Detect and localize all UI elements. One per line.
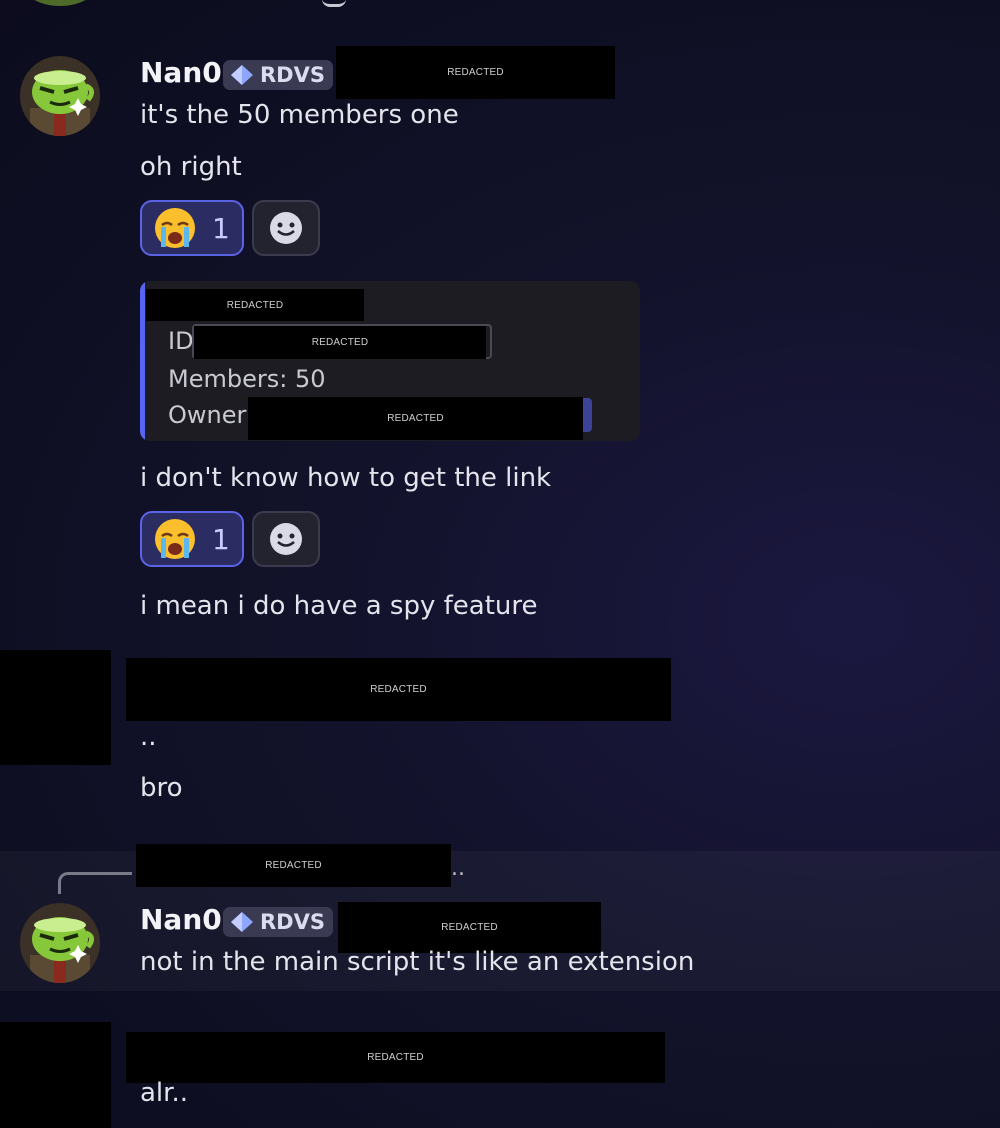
add-emoji-icon <box>270 523 302 555</box>
partial-text-fragment <box>322 0 346 7</box>
redacted-block: REDACTED <box>126 658 671 721</box>
message-text: it's the 50 members one <box>140 100 459 130</box>
username[interactable]: Nan0 <box>140 903 222 936</box>
message-text: not in the main script it's like an exte… <box>140 947 695 977</box>
reaction-count: 1 <box>212 522 230 556</box>
message-text: i mean i do have a spy feature <box>140 591 538 621</box>
guild-tag-label: RDVS <box>260 63 325 87</box>
reaction-count: 1 <box>212 211 230 245</box>
guild-tag[interactable]: RDVS <box>223 60 333 90</box>
reaction-cry[interactable]: 1 <box>140 200 244 256</box>
add-emoji-icon <box>270 212 302 244</box>
crystal-badge-icon <box>231 65 253 85</box>
add-reaction-button[interactable] <box>252 200 320 256</box>
guild-tag[interactable]: RDVS <box>223 907 333 937</box>
message-text: alr.. <box>140 1078 188 1108</box>
redacted-block: REDACTED <box>248 397 583 440</box>
redacted-avatar[interactable] <box>0 1022 111 1128</box>
crying-face-icon <box>155 519 195 559</box>
embed-members-label: Members: 50 <box>168 365 326 393</box>
tea-cup-avatar-icon <box>20 903 100 983</box>
tea-cup-avatar-icon <box>20 56 100 136</box>
username[interactable]: Nan0 <box>140 56 222 89</box>
avatar-partial[interactable] <box>22 0 98 6</box>
embed-owner-label: Owner <box>168 401 247 429</box>
guild-tag-label: RDVS <box>260 910 325 934</box>
message-text: i don't know how to get the link <box>140 463 552 493</box>
redacted-block: REDACTED <box>338 902 601 953</box>
embed-id-label: ID <box>168 327 194 355</box>
reply-ellipsis: .. <box>451 856 465 881</box>
avatar-nan0[interactable] <box>20 56 100 136</box>
message-text: .. <box>140 722 157 752</box>
crying-face-icon <box>155 208 195 248</box>
reply-connector <box>58 872 132 894</box>
redacted-block: REDACTED <box>336 46 615 99</box>
crystal-badge-icon <box>231 912 253 932</box>
add-reaction-button[interactable] <box>252 511 320 567</box>
avatar-nan0[interactable] <box>20 903 100 983</box>
message-text: oh right <box>140 152 242 182</box>
redacted-block: REDACTED <box>126 1032 665 1083</box>
embed-accent-bar <box>140 281 145 441</box>
redacted-block: REDACTED <box>136 844 451 887</box>
reaction-cry[interactable]: 1 <box>140 511 244 567</box>
redacted-block: REDACTED <box>194 326 486 359</box>
message-text: bro <box>140 773 183 803</box>
redacted-block: REDACTED <box>146 289 364 321</box>
redacted-avatar[interactable] <box>0 650 111 765</box>
